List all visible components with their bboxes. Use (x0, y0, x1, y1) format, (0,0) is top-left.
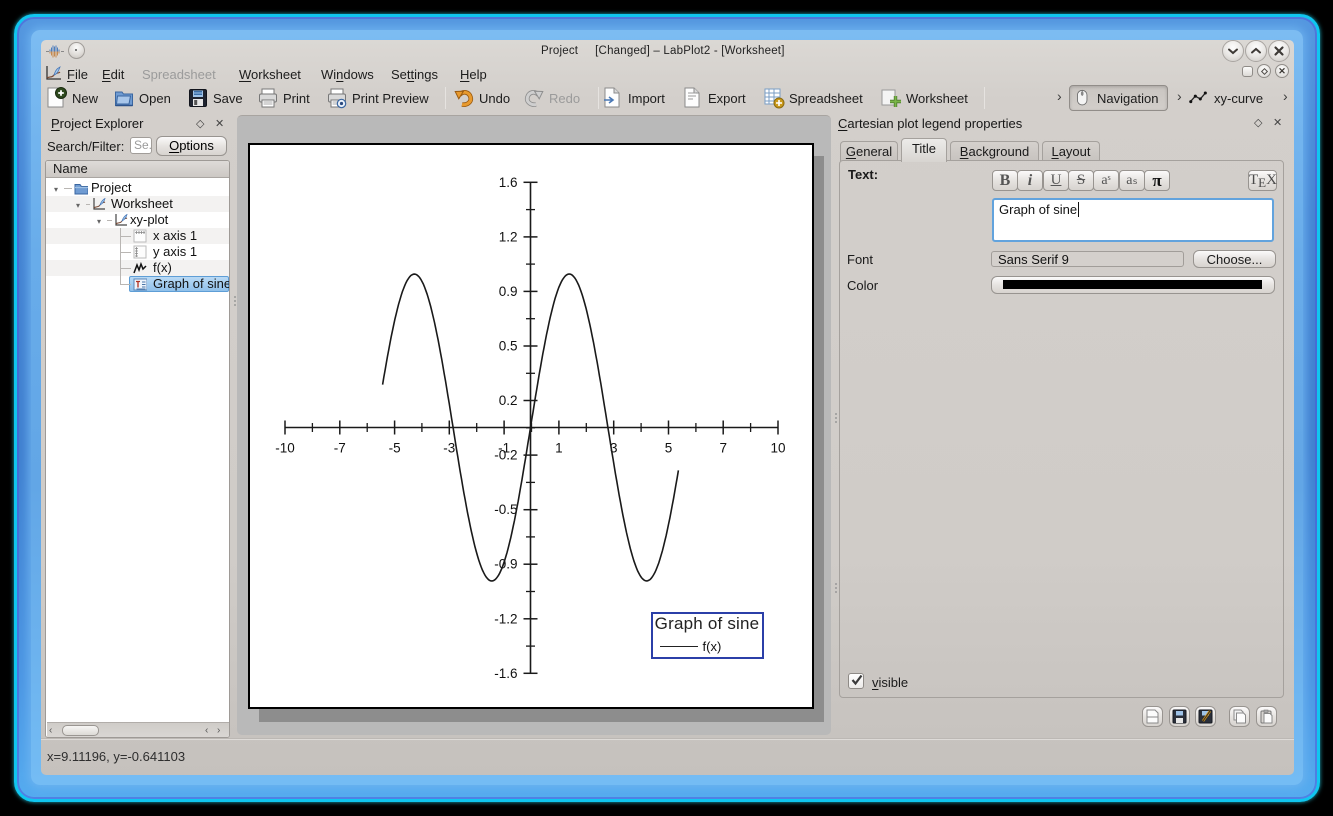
svg-text:1.2: 1.2 (499, 229, 518, 244)
svg-text:-10: -10 (275, 441, 295, 456)
svg-text:-3: -3 (443, 441, 455, 456)
svg-text:1: 1 (555, 441, 563, 456)
svg-text:-5: -5 (389, 441, 401, 456)
svg-text:5: 5 (665, 441, 673, 456)
svg-text:0.5: 0.5 (499, 339, 518, 354)
svg-text:10: 10 (770, 441, 785, 456)
svg-text:-1.2: -1.2 (494, 611, 517, 626)
svg-text:1.6: 1.6 (499, 175, 518, 190)
svg-text:-0.2: -0.2 (494, 448, 517, 463)
svg-text:-1.6: -1.6 (494, 666, 517, 681)
svg-text:7: 7 (719, 441, 727, 456)
svg-text:0.9: 0.9 (499, 284, 518, 299)
svg-text:0.2: 0.2 (499, 393, 518, 408)
svg-text:-7: -7 (334, 441, 346, 456)
svg-text:-0.5: -0.5 (494, 502, 517, 517)
